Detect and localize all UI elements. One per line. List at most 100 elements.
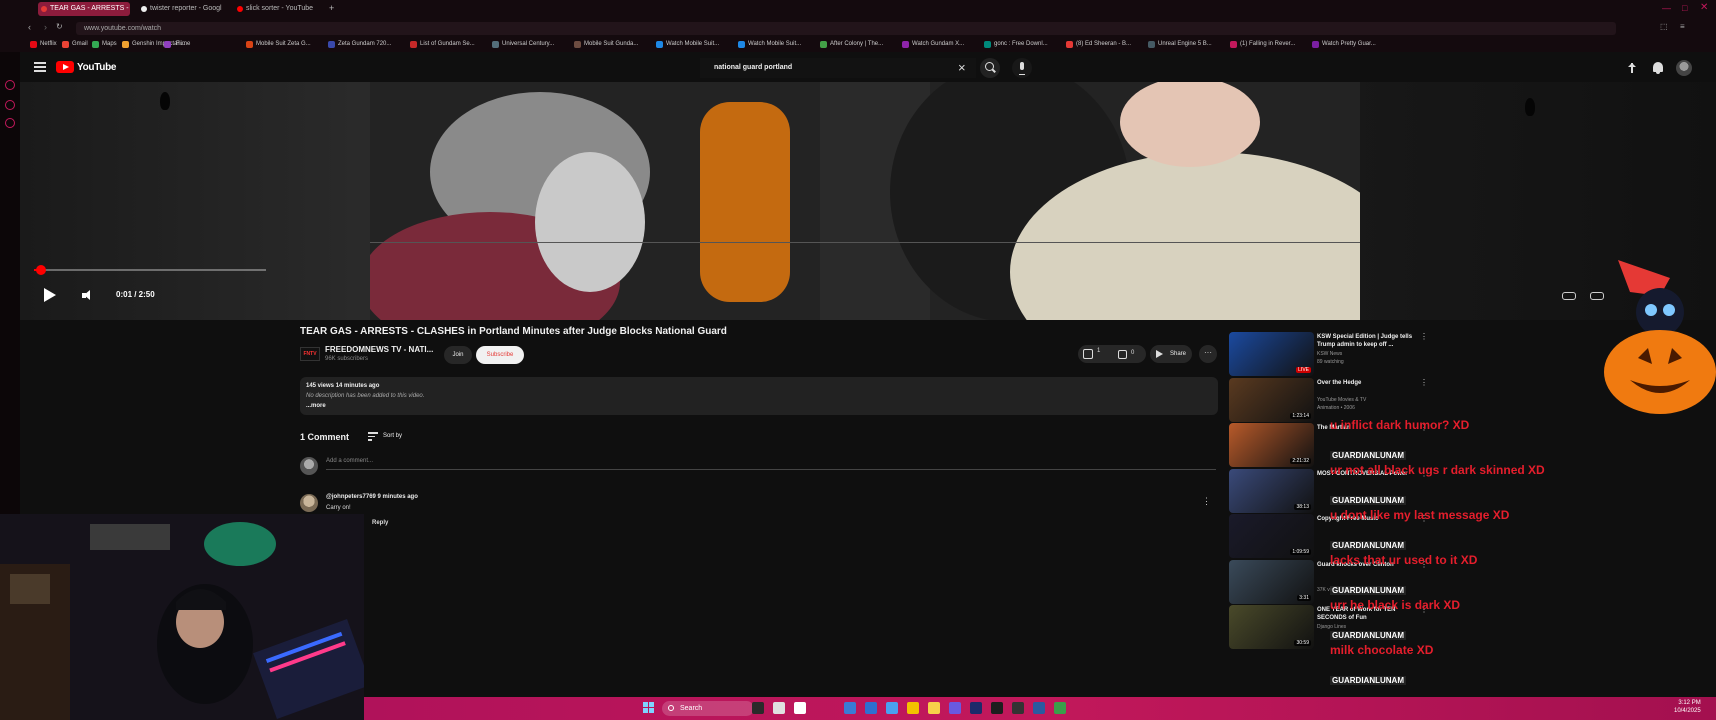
back-icon[interactable]: ‹ <box>28 22 31 32</box>
store-icon[interactable] <box>886 702 898 714</box>
bookmark-item[interactable]: gonc : Free Downl... <box>984 40 1048 49</box>
autoplay-toggle[interactable] <box>1562 292 1576 300</box>
description-more-link[interactable]: ...more <box>306 403 326 409</box>
reload-icon[interactable]: ↻ <box>56 22 63 31</box>
bookmark-item[interactable]: Unreal Engine 5 B... <box>1148 40 1212 49</box>
volume-icon[interactable] <box>82 290 92 300</box>
subscribe-button[interactable]: Subscribe <box>476 346 524 364</box>
bookmark-item[interactable]: After Colony | The... <box>820 40 883 49</box>
recommendation-channel[interactable]: Django Lines <box>1317 624 1346 630</box>
sort-icon[interactable] <box>368 432 378 441</box>
windows-start-icon[interactable] <box>643 702 655 714</box>
terminal-icon[interactable] <box>991 702 1003 714</box>
bookmark-item[interactable]: Universal Century... <box>492 40 554 49</box>
channel-name[interactable]: FREEDOMNEWS TV - NATI... <box>325 345 433 354</box>
forward-icon[interactable]: › <box>44 22 47 32</box>
discord-icon[interactable] <box>949 702 961 714</box>
like-count: 1 <box>1097 348 1101 354</box>
bookmark-item[interactable]: (1) Falling in Rever... <box>1230 40 1295 49</box>
recommendation-thumbnail[interactable]: 2:21:32 <box>1229 423 1314 467</box>
account-avatar[interactable] <box>1676 60 1692 76</box>
add-comment-input[interactable]: Add a comment... <box>326 458 1216 470</box>
description-box[interactable] <box>300 377 1218 415</box>
obs-icon[interactable] <box>970 702 982 714</box>
notes-icon[interactable] <box>928 702 940 714</box>
recommendation-channel[interactable]: KSW News <box>1317 351 1342 357</box>
taskbar-search[interactable]: Search <box>662 701 754 716</box>
bookmark-item[interactable]: Netflix <box>30 40 57 49</box>
thumbs-down-icon[interactable] <box>1118 350 1127 359</box>
recommendation-menu-icon[interactable]: ⋮ <box>1420 378 1428 387</box>
comment-menu-icon[interactable]: ⋮ <box>1202 496 1211 507</box>
progress-scrubber[interactable] <box>35 265 46 275</box>
clock-icon[interactable] <box>5 100 15 110</box>
tab-slick-sorter[interactable]: slick sorter - YouTube <box>234 2 326 16</box>
menu-dots-icon[interactable]: ≡ <box>1680 22 1685 31</box>
bookmark-item[interactable]: (8) Ed Sheeran - B... <box>1066 40 1131 49</box>
sort-by-button[interactable]: Sort by <box>383 433 402 439</box>
recommendation-menu-icon[interactable]: ⋮ <box>1420 332 1428 341</box>
bookmark-item[interactable]: Watch Gundam X... <box>902 40 964 49</box>
tab-tear-gas[interactable]: TEAR GAS - ARRESTS - <box>38 2 130 16</box>
maximize-button[interactable]: □ <box>1682 3 1687 13</box>
settings-icon[interactable] <box>5 118 15 128</box>
reply-button[interactable]: Reply <box>372 520 388 526</box>
close-window-button[interactable]: ✕ <box>1700 2 1708 13</box>
video-frame[interactable] <box>370 82 1360 320</box>
play-icon[interactable] <box>44 288 56 302</box>
history-icon[interactable] <box>5 80 15 90</box>
channel-avatar[interactable]: FNTV <box>300 347 320 361</box>
recommendation-thumbnail[interactable]: LIVE <box>1229 332 1314 376</box>
progress-bar[interactable] <box>34 269 266 271</box>
teams-icon[interactable] <box>794 702 806 714</box>
bookmark-item[interactable]: Maps <box>92 40 117 49</box>
microphone-icon[interactable] <box>1012 58 1032 78</box>
app-icon[interactable] <box>1012 702 1024 714</box>
minimize-button[interactable]: — <box>1662 3 1671 13</box>
notifications-bell-icon[interactable] <box>1650 60 1666 76</box>
bookmark-item[interactable]: Mobile Suit Gunda... <box>574 40 638 49</box>
bookmark-item[interactable]: Zeta Gundam 720... <box>328 40 391 49</box>
system-clock[interactable]: 3:12 PM 10/4/2025 <box>1674 699 1701 715</box>
recommendation-thumbnail[interactable]: 1:09:59 <box>1229 514 1314 558</box>
recommendation-title[interactable]: KSW Special Edition | Judge tells Trump … <box>1317 333 1422 349</box>
recommendation-channel[interactable]: YouTube Movies & TV <box>1317 397 1366 403</box>
comment-author[interactable]: @johnpeters7769 9 minutes ago <box>326 494 418 500</box>
recommendation-thumbnail[interactable]: 38:13 <box>1229 468 1314 513</box>
widgets-icon[interactable] <box>773 702 785 714</box>
bookmark-label: Watch Gundam X... <box>912 41 965 47</box>
search-icon[interactable] <box>980 58 1000 78</box>
upload-icon[interactable] <box>1624 60 1640 76</box>
steam-icon[interactable] <box>1033 702 1045 714</box>
recommendation-title[interactable]: Over the Hedge <box>1317 379 1422 387</box>
bookmark-item[interactable]: List of Gundam Se... <box>410 40 475 49</box>
bookmark-item[interactable]: Gmail <box>62 40 88 49</box>
bookmark-item[interactable]: Mobile Suit Zeta G... <box>246 40 311 49</box>
tab-twister-reporter[interactable]: twister reporter - Googl <box>138 2 230 16</box>
game-icon[interactable] <box>1054 702 1066 714</box>
recommendation-thumbnail[interactable]: 1:23:14 <box>1229 377 1314 422</box>
bookmark-item[interactable]: anime <box>164 40 190 49</box>
hamburger-menu-icon[interactable] <box>34 62 46 72</box>
join-button[interactable]: Join <box>444 346 472 364</box>
file-explorer-icon[interactable] <box>907 702 919 714</box>
clear-search-icon[interactable]: × <box>958 60 966 76</box>
view-count-date: 145 views 14 minutes ago <box>306 383 380 389</box>
new-tab-button[interactable]: + <box>329 3 334 13</box>
recommendation-thumbnail[interactable]: 3:31 <box>1229 559 1314 604</box>
youtube-wordmark[interactable]: YouTube <box>77 62 117 73</box>
thumbs-up-icon[interactable] <box>1083 349 1093 359</box>
youtube-logo-icon[interactable] <box>56 61 74 73</box>
commenter-avatar[interactable] <box>300 494 318 512</box>
edge-icon[interactable] <box>865 702 877 714</box>
bookmark-item[interactable]: Watch Pretty Guar... <box>1312 40 1376 49</box>
task-view-icon[interactable] <box>752 702 764 714</box>
more-actions-button[interactable]: ··· <box>1199 345 1217 363</box>
extensions-icon[interactable]: ⬚ <box>1660 22 1668 31</box>
bookmark-item[interactable]: Watch Mobile Suit... <box>656 40 719 49</box>
url-field[interactable]: www.youtube.com/watch <box>76 22 1616 35</box>
bookmark-item[interactable]: Watch Mobile Suit... <box>738 40 801 49</box>
browser-icon[interactable] <box>844 702 856 714</box>
recommendation-thumbnail[interactable]: 30:59 <box>1229 605 1314 649</box>
search-input[interactable]: national guard portland <box>700 58 976 78</box>
